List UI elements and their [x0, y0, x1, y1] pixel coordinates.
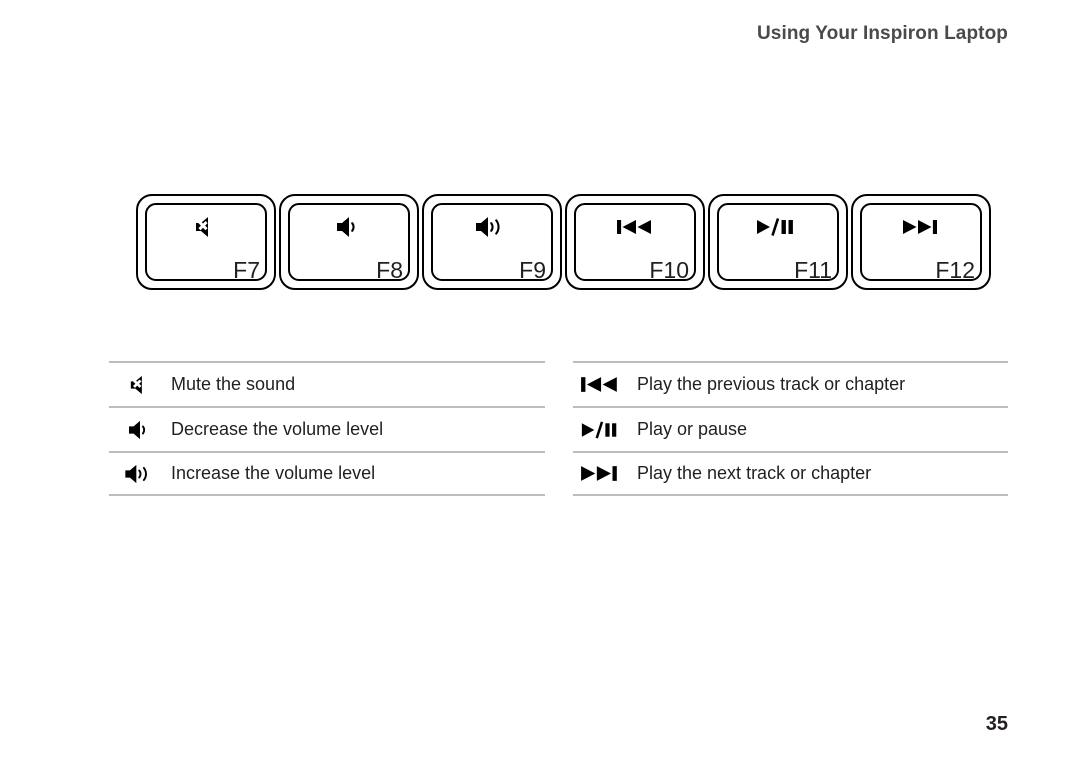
speaker-mute-icon — [138, 210, 274, 244]
table-row: Play or pause — [573, 406, 1008, 451]
previous-track-icon — [573, 375, 637, 394]
table-row: Mute the sound — [109, 361, 545, 406]
function-key-row: F7 F8 F9 F10 F11 F12 — [136, 194, 991, 290]
key-f11[interactable]: F11 — [708, 194, 848, 290]
key-f7[interactable]: F7 — [136, 194, 276, 290]
table-row: Decrease the volume level — [109, 406, 545, 451]
speaker-mute-icon — [109, 374, 171, 396]
page-title: Using Your Inspiron Laptop — [756, 23, 1008, 44]
volume-down-icon — [281, 210, 417, 244]
table-row: Play the next track or chapter — [573, 451, 1008, 496]
play-pause-icon — [710, 210, 846, 244]
key-label: F9 — [519, 257, 546, 283]
legend-row-label: Play the previous track or chapter — [637, 374, 906, 394]
legend-table-volume: Mute the sound Decrease the volume level… — [109, 361, 545, 496]
previous-track-icon — [567, 210, 703, 244]
table-row: Play the previous track or chapter — [573, 361, 1008, 406]
key-label: F11 — [794, 257, 832, 283]
legend-row-label: Mute the sound — [171, 374, 296, 394]
key-label: F10 — [649, 257, 689, 283]
legend-row-label: Play or pause — [637, 419, 748, 439]
key-label: F7 — [233, 257, 260, 283]
volume-up-icon — [109, 463, 171, 485]
key-f8[interactable]: F8 — [279, 194, 419, 290]
key-label: F8 — [376, 257, 403, 283]
next-track-icon — [573, 464, 637, 483]
volume-up-icon — [424, 210, 560, 244]
key-f9[interactable]: F9 — [422, 194, 562, 290]
legend-row-label: Play the next track or chapter — [637, 463, 872, 483]
play-pause-icon — [573, 420, 637, 440]
legend-row-label: Decrease the volume level — [171, 419, 384, 439]
table-row: Increase the volume level — [109, 451, 545, 496]
key-f10[interactable]: F10 — [565, 194, 705, 290]
volume-down-icon — [109, 419, 171, 441]
key-f12[interactable]: F12 — [851, 194, 991, 290]
page-number: 35 — [985, 713, 1008, 735]
legend-table-media: Play the previous track or chapter Play … — [573, 361, 1008, 496]
legend-row-label: Increase the volume level — [171, 463, 376, 483]
key-label: F12 — [935, 257, 975, 283]
next-track-icon — [853, 210, 989, 244]
